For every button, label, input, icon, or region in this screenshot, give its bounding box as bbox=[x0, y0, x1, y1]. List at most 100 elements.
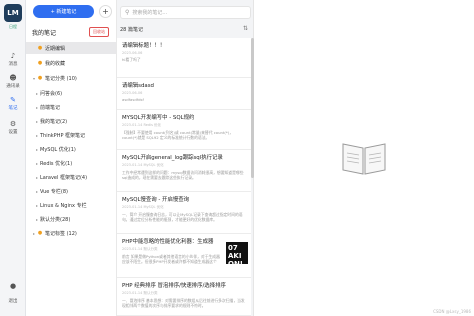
nav-label: Redis 优化(1) bbox=[40, 160, 73, 167]
chevron-right-icon: ▸ bbox=[35, 160, 38, 166]
rail-item-contacts[interactable]: ☻ 通讯录 bbox=[0, 74, 26, 89]
note-title: MySQL开启general_log跟踪sql执行记录 bbox=[122, 155, 223, 161]
app-rail: LM 日程 ♪ 消息 ☻ 通讯录 ✎ 笔记 ⚙ 设置 ● 退出 bbox=[0, 0, 26, 316]
watermark: CSDN @Lxsy_1986 bbox=[433, 309, 471, 314]
note-title: 请编辑sdasd bbox=[122, 83, 154, 89]
note-card[interactable]: MYSQL开发编写中 - SQL规约 2023-01-14 Redis 优化 【… bbox=[117, 110, 251, 150]
nav-label: Laravel 框架笔记(4) bbox=[40, 174, 88, 181]
nav-label: Vue 专栏(8) bbox=[40, 188, 68, 195]
nav-tags[interactable]: ▸ ● 笔记标签 (12) bbox=[26, 227, 116, 239]
note-preview: 工作中经常遇到这样的问题：mysql数据访问消耗很高，想要知道是哪些sql造成的… bbox=[122, 170, 244, 180]
rail-item-label: 消息 bbox=[8, 62, 18, 67]
chevron-right-icon: ▸ bbox=[35, 202, 38, 208]
note-card[interactable]: MySQL开启general_log跟踪sql执行记录 2023-01-14 M… bbox=[117, 150, 251, 192]
editor-empty-state: CSDN @Lxsy_1986 bbox=[254, 0, 474, 316]
nav-category-item[interactable]: ▸ Laravel 框架笔记(4) bbox=[26, 171, 116, 183]
star-icon: ● bbox=[37, 60, 43, 66]
exit-button[interactable]: 退出 bbox=[0, 298, 26, 304]
note-card[interactable]: MySQL慢查询 - 开启慢查询 2023-01-14 MySQL 优化 一、简… bbox=[117, 192, 251, 234]
clock-icon: ● bbox=[37, 45, 43, 51]
new-note-button[interactable]: + 新建笔记 bbox=[33, 5, 94, 18]
note-meta: 2023-06-06 bbox=[122, 91, 143, 95]
note-thumbnail: 07 AKI ON! bbox=[226, 242, 248, 268]
note-count: 28 篇笔记 bbox=[120, 27, 143, 33]
add-button[interactable]: + bbox=[99, 5, 112, 18]
note-list-panel: ⚲ 搜索我的笔记... 28 篇笔记 ⇅ 请编辑标题！！！ 2023-06-06… bbox=[117, 0, 254, 316]
nav-label: 前端笔记 bbox=[40, 104, 61, 111]
rail-item-label: 笔记 bbox=[8, 106, 18, 111]
chevron-right-icon: ▸ bbox=[32, 230, 35, 236]
nav-category-item[interactable]: ▸ MySQL 优化(1) bbox=[26, 143, 116, 155]
note-meta: 2023-01-14 Redis 优化 bbox=[122, 123, 162, 127]
note-preview: 前言 如果是做Python或者其他语言的小伙伴，对于生成器应该不陌生。但很多PH… bbox=[122, 254, 220, 264]
nav-label: 我的笔记(2) bbox=[40, 118, 68, 125]
notes-sidebar: + 新建笔记 + 我的笔记 回收站 ● 近期编辑 ● 我的收藏 ▾ ● 笔记分类… bbox=[26, 0, 117, 316]
chevron-right-icon: ▸ bbox=[35, 132, 38, 138]
nav-category-item[interactable]: ▸ 问答会(6) bbox=[26, 87, 116, 99]
sort-icon[interactable]: ⇅ bbox=[243, 25, 248, 32]
sidebar-title: 我的笔记 bbox=[32, 30, 57, 37]
recycle-bin-button[interactable]: 回收站 bbox=[89, 27, 109, 37]
note-card[interactable]: PHP中能忽略的性能优化利器：生成器 2023-01-14 默认分类 前言 如果… bbox=[117, 234, 251, 278]
nav-label: Linux & Nginx 专栏 bbox=[40, 202, 87, 209]
chevron-right-icon: ▸ bbox=[35, 118, 38, 124]
rail-item-label: 设置 bbox=[8, 130, 18, 135]
nav-category-item[interactable]: ▸ 前端笔记 bbox=[26, 101, 116, 113]
nav-label: 笔记标签 (12) bbox=[45, 230, 77, 237]
chevron-right-icon: ▸ bbox=[35, 90, 38, 96]
note-preview: asdfasdfdsf bbox=[122, 97, 144, 102]
note-title: MYSQL开发编写中 - SQL规约 bbox=[122, 115, 195, 121]
app-logo[interactable]: LM bbox=[4, 4, 22, 22]
search-placeholder: 搜索我的笔记... bbox=[132, 10, 168, 16]
nav-category-item[interactable]: ▸ Redis 优化(1) bbox=[26, 157, 116, 169]
rail-item-label: 通讯录 bbox=[6, 84, 20, 89]
note-meta: 2023-01-14 MySQL 优化 bbox=[122, 205, 164, 209]
chevron-down-icon: ▾ bbox=[32, 75, 35, 81]
chevron-right-icon: ▸ bbox=[35, 146, 38, 152]
exit-label: 退出 bbox=[8, 299, 18, 304]
nav-category-item[interactable]: ▸ 默认分类(28) bbox=[26, 213, 116, 225]
nav-label: 默认分类(28) bbox=[40, 216, 71, 223]
search-icon: ⚲ bbox=[125, 9, 130, 16]
note-icon: ✎ bbox=[10, 96, 16, 104]
nav-label: 笔记分类 (10) bbox=[45, 75, 77, 82]
rail-item-github[interactable]: ● bbox=[0, 282, 26, 291]
note-preview: hi看了吗了 bbox=[122, 57, 141, 62]
nav-category-item[interactable]: ▸ 我的笔记(2) bbox=[26, 115, 116, 127]
note-title: 请编辑标题！！！ bbox=[122, 43, 166, 49]
bell-icon: ♪ bbox=[10, 52, 16, 60]
chevron-right-icon: ▸ bbox=[35, 174, 38, 180]
nav-label: MySQL 优化(1) bbox=[40, 146, 76, 153]
chevron-right-icon: ▸ bbox=[35, 188, 38, 194]
nav-category-item[interactable]: ▸ Vue 专栏(8) bbox=[26, 185, 116, 197]
nav-label: 近期编辑 bbox=[45, 45, 66, 52]
rail-item-messages[interactable]: ♪ 消息 bbox=[0, 52, 26, 67]
search-input[interactable]: ⚲ 搜索我的笔记... bbox=[120, 6, 251, 19]
note-title: PHP 经典排序 冒泡排序/快速排序/选择排序 bbox=[122, 283, 226, 289]
nav-category-item[interactable]: ▸ ThinkPHP 框架笔记 bbox=[26, 129, 116, 141]
chevron-right-icon: ▸ bbox=[35, 216, 38, 222]
note-preview: 【强制】不要使用 count(列名)或 count(常量)来替代 count(*… bbox=[122, 130, 234, 140]
note-preview: 一、冒泡排序 基本思想：对需要排序的数组从后往前进行多次扫描，当发现相邻两个数值… bbox=[122, 298, 245, 308]
note-title: MySQL慢查询 - 开启慢查询 bbox=[122, 197, 190, 203]
nav-label: ThinkPHP 框架笔记 bbox=[40, 132, 86, 139]
rail-item-notes[interactable]: ✎ 笔记 bbox=[0, 96, 26, 111]
nav-categories[interactable]: ▾ ● 笔记分类 (10) bbox=[26, 72, 116, 84]
rail-item-settings[interactable]: ⚙ 设置 bbox=[0, 120, 26, 135]
github-icon: ● bbox=[9, 282, 17, 290]
note-meta: 2023-01-14 默认分类 bbox=[122, 291, 158, 295]
note-card[interactable]: PHP 经典排序 冒泡排序/快速排序/选择排序 2023-01-14 默认分类 … bbox=[117, 278, 251, 316]
gear-icon: ⚙ bbox=[9, 120, 17, 128]
nav-label: 问答会(6) bbox=[40, 90, 63, 97]
folder-icon: ● bbox=[37, 75, 43, 81]
nav-category-item[interactable]: ▸ Linux & Nginx 专栏 bbox=[26, 199, 116, 211]
tag-icon: ● bbox=[37, 230, 43, 236]
contacts-icon: ☻ bbox=[9, 74, 17, 82]
nav-favorites[interactable]: ● 我的收藏 bbox=[26, 57, 116, 69]
note-preview: 一、简介 开启慢查询日志，可以让MySQL记录下查询超过指定时间的语句，通过定位… bbox=[122, 212, 243, 222]
app-logo-caption: 日程 bbox=[9, 24, 17, 29]
nav-label: 我的收藏 bbox=[45, 60, 66, 67]
nav-recent-edits[interactable]: ● 近期编辑 bbox=[26, 42, 116, 54]
note-card[interactable]: 请编辑标题！！！ 2023-06-06 hi看了吗了 bbox=[117, 38, 251, 78]
note-card[interactable]: 请编辑sdasd 2023-06-06 asdfasdfdsf bbox=[117, 78, 251, 110]
